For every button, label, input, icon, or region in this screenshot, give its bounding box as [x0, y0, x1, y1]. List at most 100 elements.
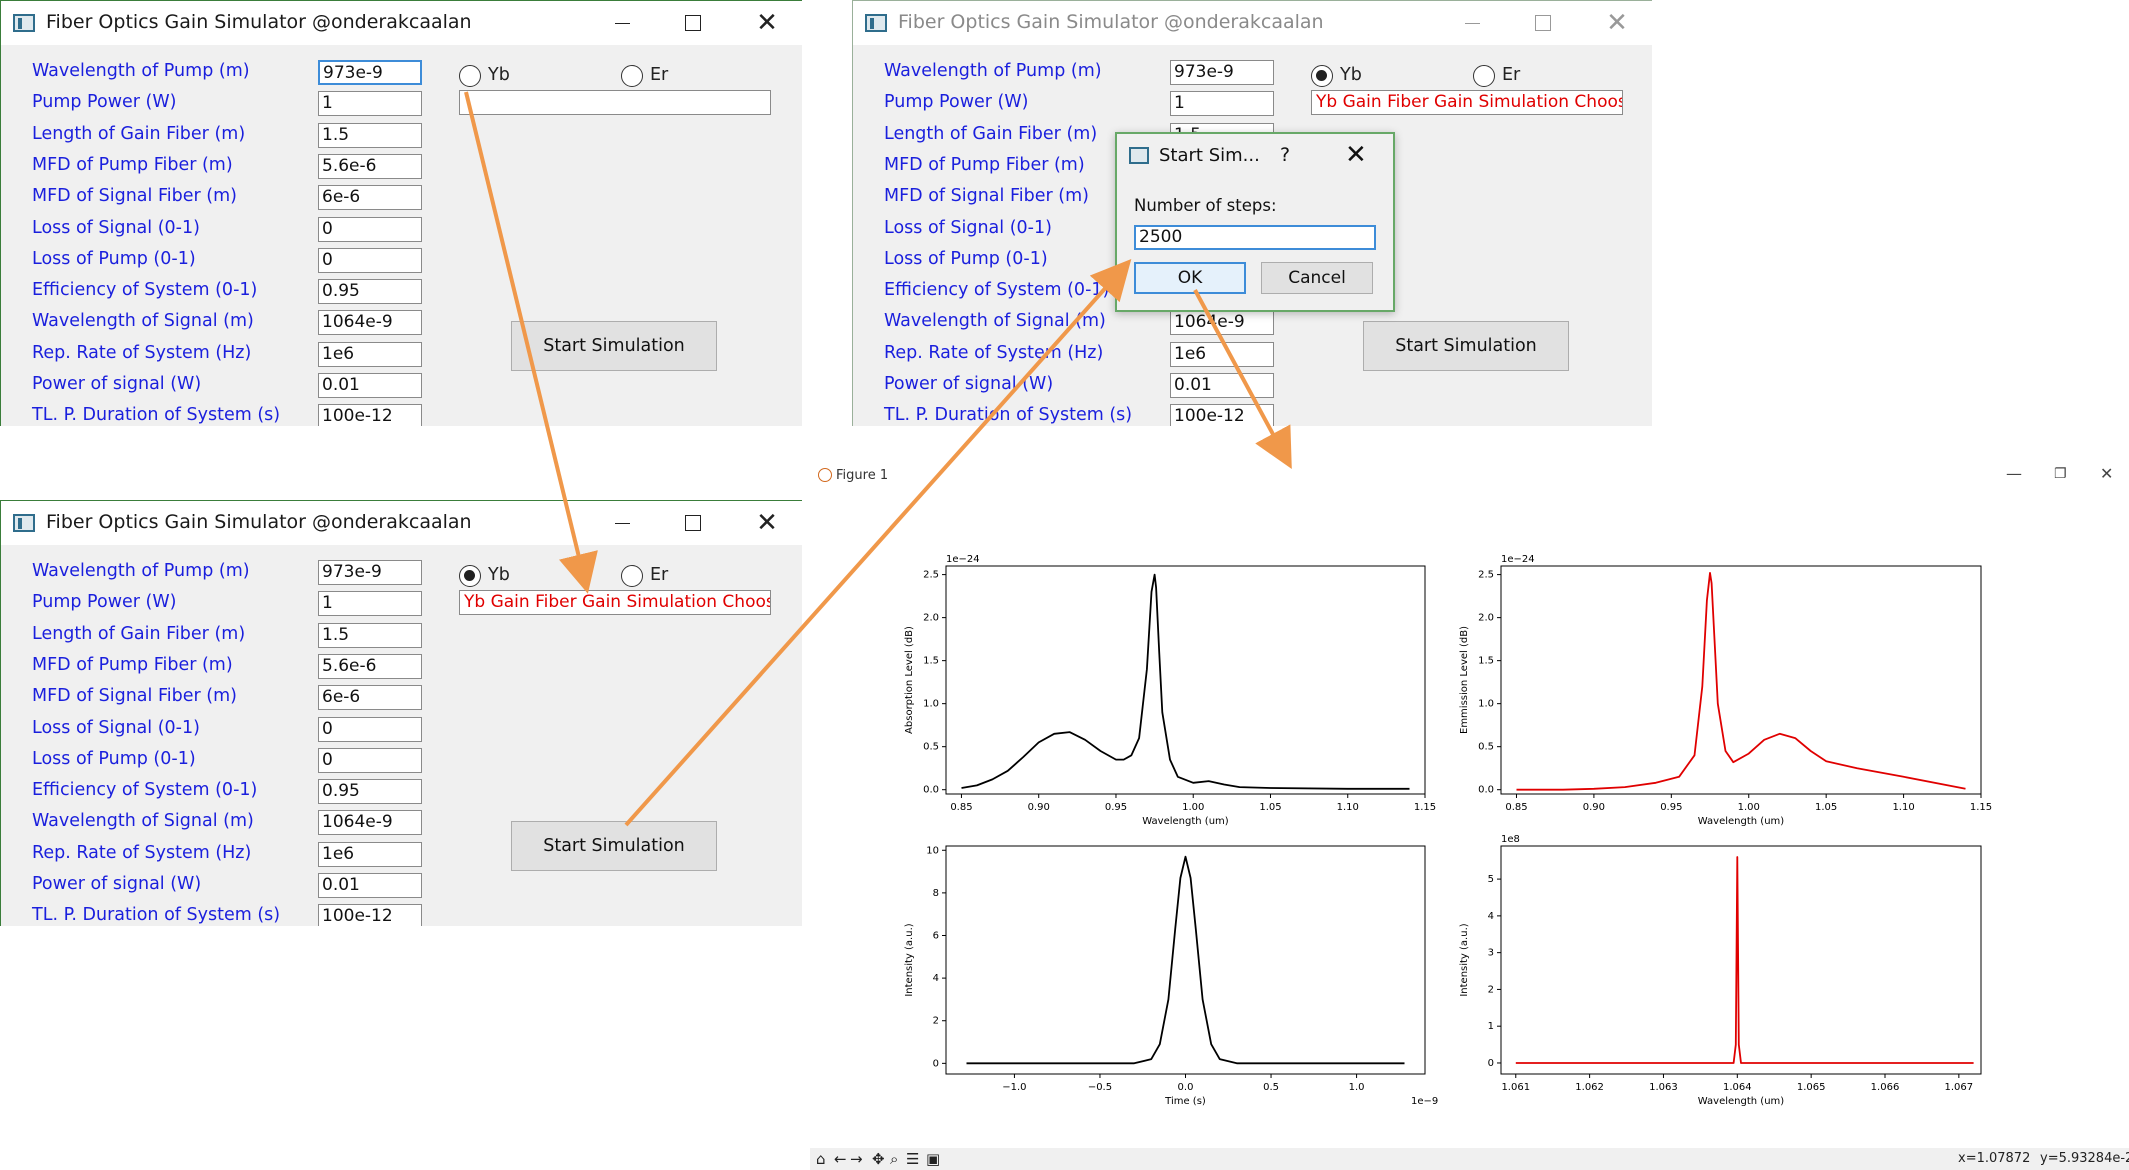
param-input[interactable]: 973e-9	[318, 560, 422, 585]
y-tick-label: 6	[933, 930, 939, 941]
main-window-initial: Fiber Optics Gain Simulator @onderakcaal…	[0, 0, 802, 426]
minimize-button[interactable]	[599, 501, 645, 545]
zoom-icon[interactable]: ⌕	[890, 1150, 898, 1168]
param-input[interactable]: 100e-12	[318, 904, 422, 926]
param-input[interactable]: 1064e-9	[318, 810, 422, 836]
close-button[interactable]: ✕	[744, 1, 790, 45]
param-label: Loss of Pump (0-1)	[884, 248, 1048, 269]
y-tick-label: 4	[933, 973, 939, 984]
maximize-button[interactable]	[670, 501, 716, 545]
minimize-icon	[614, 22, 630, 24]
y-tick-label: 2.5	[923, 570, 939, 581]
home-icon[interactable]: ⌂	[816, 1150, 826, 1168]
steps-input[interactable]: 2500	[1134, 225, 1376, 250]
y-axis-label: Absorption Level (dB)	[904, 626, 915, 734]
start-simulation-button[interactable]: Start Simulation	[1363, 321, 1569, 371]
param-label: Power of signal (W)	[32, 874, 202, 894]
param-input[interactable]: 1064e-9	[318, 310, 422, 336]
yb-radio[interactable]	[1311, 65, 1333, 87]
param-label: Length of Gain Fiber (m)	[32, 123, 246, 144]
yb-radio-label: Yb	[488, 565, 510, 585]
x-tick-label: 0.95	[1105, 802, 1127, 813]
param-input[interactable]: 6e-6	[318, 185, 422, 211]
close-button[interactable]: ✕	[744, 501, 790, 545]
param-input[interactable]: 0	[318, 716, 422, 742]
x-axis-label: Wavelength (um)	[1698, 1096, 1784, 1107]
er-radio-label: Er	[650, 65, 669, 85]
param-input[interactable]: 1e6	[1170, 341, 1274, 367]
param-input[interactable]: 973e-9	[318, 60, 422, 85]
configure-icon[interactable]: ☰	[906, 1150, 919, 1168]
x-tick-label: 1.15	[1414, 802, 1436, 813]
yb-radio[interactable]	[459, 65, 481, 87]
param-input[interactable]: 973e-9	[1170, 60, 1274, 85]
param-label: Length of Gain Fiber (m)	[884, 123, 1098, 144]
param-input[interactable]: 1	[318, 591, 422, 617]
figure-canvas[interactable]: 0.85 0.90 0.95 1.00 1.05 1.10 1.150.00.51.01.5…	[810, 458, 2129, 1148]
param-input[interactable]: 100e-12	[1170, 404, 1274, 426]
axis-offset-label: 1e−9	[1411, 1096, 1438, 1107]
x-tick-label: 1.065	[1797, 1082, 1826, 1093]
param-label: Wavelength of Signal (m)	[32, 811, 254, 832]
y-axis-label: Emmission Level (dB)	[1459, 626, 1470, 734]
param-input[interactable]: 100e-12	[318, 404, 422, 426]
y-tick-label: 0.0	[923, 785, 939, 796]
param-input[interactable]: 1e6	[318, 841, 422, 867]
x-tick-label: 1.00	[1738, 802, 1760, 813]
maximize-button[interactable]	[1520, 1, 1566, 45]
y-tick-label: 1.0	[1478, 699, 1494, 710]
param-input[interactable]: 5.6e-6	[318, 153, 422, 179]
help-button[interactable]: ?	[1280, 144, 1290, 166]
param-label: Power of signal (W)	[32, 374, 202, 394]
param-input[interactable]: 0.01	[1170, 373, 1274, 398]
param-input[interactable]: 1.5	[318, 122, 422, 148]
maximize-icon	[685, 515, 701, 531]
yb-radio[interactable]	[459, 565, 481, 587]
back-icon[interactable]: ←	[834, 1150, 847, 1168]
er-radio[interactable]	[621, 65, 643, 87]
cancel-button[interactable]: Cancel	[1261, 262, 1373, 294]
param-input[interactable]: 0	[318, 216, 422, 242]
y-tick-label: 3	[1488, 948, 1494, 959]
x-tick-label: 1.063	[1649, 1082, 1678, 1093]
param-input[interactable]: 1	[318, 91, 422, 117]
param-input[interactable]: 1064e-9	[1170, 310, 1274, 336]
er-radio[interactable]	[621, 565, 643, 587]
dialog-title: Start Sim...	[1159, 145, 1260, 166]
close-icon: ✕	[756, 508, 778, 538]
start-simulation-button[interactable]: Start Simulation	[511, 321, 717, 371]
param-label: Efficiency of System (0-1)	[32, 780, 258, 801]
minimize-button[interactable]	[599, 1, 645, 45]
param-input[interactable]: 0	[318, 747, 422, 773]
y-tick-label: 1	[1488, 1021, 1494, 1032]
plot-frame	[945, 845, 1426, 1075]
param-label: Pump Power (W)	[32, 592, 177, 613]
param-label: TL. P. Duration of System (s)	[32, 905, 281, 926]
param-label: MFD of Pump Fiber (m)	[32, 654, 233, 675]
param-input[interactable]: 0.01	[318, 373, 422, 398]
param-input[interactable]: 0.95	[318, 279, 422, 305]
param-input[interactable]: 0.95	[318, 779, 422, 805]
save-icon[interactable]: ▣	[926, 1150, 940, 1168]
title-bar: Fiber Optics Gain Simulator @onderakcaal…	[1, 1, 802, 45]
param-input[interactable]: 1	[1170, 91, 1274, 117]
param-input[interactable]: 5.6e-6	[318, 653, 422, 679]
param-input[interactable]: 0	[318, 247, 422, 273]
er-radio[interactable]	[1473, 65, 1495, 87]
param-input[interactable]: 0.01	[318, 873, 422, 898]
y-tick-label: 0.5	[923, 742, 939, 753]
dialog-close-icon[interactable]: ✕	[1345, 140, 1367, 170]
ok-button[interactable]: OK	[1134, 262, 1246, 294]
maximize-button[interactable]	[670, 1, 716, 45]
minimize-button[interactable]	[1449, 1, 1495, 45]
start-simulation-button[interactable]: Start Simulation	[511, 821, 717, 871]
param-label: MFD of Pump Fiber (m)	[32, 154, 233, 175]
pan-icon[interactable]: ✥	[872, 1150, 885, 1168]
forward-icon[interactable]: →	[850, 1150, 863, 1168]
close-button[interactable]: ✕	[1594, 1, 1640, 45]
param-input[interactable]: 1.5	[318, 622, 422, 648]
y-tick-label: 8	[933, 888, 939, 899]
close-icon: ✕	[756, 8, 778, 38]
param-input[interactable]: 6e-6	[318, 685, 422, 711]
param-input[interactable]: 1e6	[318, 341, 422, 367]
